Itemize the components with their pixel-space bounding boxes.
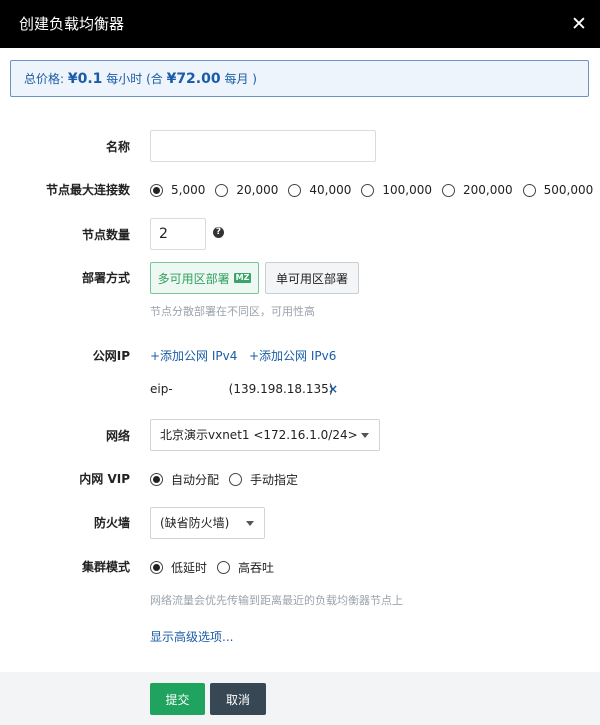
radio-dot	[217, 560, 231, 574]
radio-vip-auto[interactable]: 自动分配	[150, 471, 219, 488]
single-zone-label: 单可用区部署	[275, 271, 348, 286]
radio-label: 手动指定	[250, 472, 299, 487]
multi-zone-deploy-button[interactable]: 多可用区部署 MZ	[150, 262, 259, 294]
node-count-input[interactable]	[150, 218, 206, 250]
radio-dot	[215, 183, 229, 197]
public-ip-label: 公网IP	[92, 349, 130, 363]
price-hourly-unit: 每小时 (合	[106, 72, 163, 86]
cluster-mode-label: 集群模式	[81, 560, 130, 574]
radio-connections-500000[interactable]: 500,000	[522, 183, 594, 197]
radio-label: 200,000	[462, 183, 513, 197]
eip-name: eip-	[150, 382, 173, 396]
radio-high-throughput[interactable]: 高吞吐	[217, 559, 274, 576]
question-circle-icon[interactable]: ?	[213, 227, 224, 238]
radio-low-latency[interactable]: 低延时	[150, 559, 207, 576]
radio-label: 500,000	[543, 183, 594, 197]
dialog-footer	[0, 672, 600, 725]
firewall-value: (缺省防火墙)	[160, 516, 230, 530]
network-label: 网络	[105, 429, 130, 443]
radio-label: 5,000	[171, 183, 206, 197]
radio-dot-selected	[150, 472, 163, 486]
deploy-hint: 节点分散部署在不同区，可用性高	[150, 305, 315, 318]
radio-dot-selected	[150, 560, 163, 574]
radio-dot	[441, 183, 455, 197]
close-icon[interactable]: ✕	[570, 13, 588, 35]
radio-dot	[229, 472, 243, 486]
eip-address: (139.198.18.135)	[228, 382, 334, 396]
firewall-label: 防火墙	[93, 516, 130, 530]
radio-label: 20,000	[236, 183, 279, 197]
firewall-select[interactable]: (缺省防火墙)	[150, 507, 265, 539]
price-monthly: ¥72.00	[166, 71, 221, 87]
radio-connections-100000[interactable]: 100,000	[361, 183, 432, 197]
add-ipv4-link[interactable]: +添加公网 IPv4	[150, 348, 237, 364]
private-vip-label: 内网 VIP	[79, 472, 130, 486]
radio-dot	[522, 183, 536, 197]
remove-eip-icon[interactable]: ×	[328, 381, 338, 397]
cancel-button[interactable]: 取消	[210, 683, 266, 715]
multi-zone-label: 多可用区部署	[157, 271, 230, 286]
radio-connections-40000[interactable]: 40,000	[288, 183, 351, 197]
radio-vip-manual[interactable]: 手动指定	[229, 471, 298, 488]
name-input[interactable]	[150, 130, 376, 162]
price-label: 总价格:	[24, 72, 65, 86]
network-value: 北京演示vxnet1 <172.16.1.0/24>	[160, 428, 358, 442]
eip-entry: eip- (139.198.18.135)	[150, 381, 333, 397]
add-ipv6-link[interactable]: +添加公网 IPv6	[249, 348, 336, 364]
radio-dot	[288, 183, 302, 197]
mz-badge: MZ	[233, 273, 252, 283]
node-count-label: 节点数量	[81, 228, 130, 242]
price-hourly: ¥0.1	[67, 71, 103, 87]
submit-button[interactable]: 提交	[150, 683, 205, 715]
network-select[interactable]: 北京演示vxnet1 <172.16.1.0/24>	[150, 419, 380, 451]
radio-dot-selected	[150, 183, 163, 197]
show-advanced-options-link[interactable]: 显示高级选项...	[150, 629, 233, 645]
radio-label: 低延时	[171, 560, 208, 575]
single-zone-deploy-button[interactable]: 单可用区部署	[265, 262, 359, 294]
radio-connections-20000[interactable]: 20,000	[215, 183, 278, 197]
cluster-mode-options: 低延时 高吞吐	[150, 558, 284, 576]
radio-label: 100,000	[382, 183, 432, 197]
radio-connections-5000[interactable]: 5,000	[150, 183, 205, 197]
chevron-down-icon	[361, 433, 369, 438]
cluster-mode-hint: 网络流量会优先传输到距离最近的负载均衡器节点上	[150, 594, 403, 607]
radio-label: 自动分配	[171, 472, 220, 487]
radio-label: 高吞吐	[238, 560, 275, 575]
name-label: 名称	[105, 140, 130, 154]
radio-dot	[361, 183, 375, 197]
max-connections-options: 5,000 20,000 40,000 100,000 200,000 500,…	[150, 181, 593, 199]
radio-label: 40,000	[309, 183, 352, 197]
chevron-down-icon	[246, 521, 254, 526]
deploy-label: 部署方式	[81, 271, 130, 285]
private-vip-options: 自动分配 手动指定	[150, 470, 308, 488]
price-monthly-unit: 每月 )	[224, 72, 257, 86]
dialog-title-bar: 创建负载均衡器 ✕	[0, 0, 600, 48]
radio-connections-200000[interactable]: 200,000	[441, 183, 513, 197]
dialog-title: 创建负载均衡器	[19, 15, 125, 33]
max-connections-label: 节点最大连接数	[45, 183, 130, 197]
price-summary: 总价格: ¥0.1 每小时 (合 ¥72.00 每月 )	[10, 60, 589, 97]
